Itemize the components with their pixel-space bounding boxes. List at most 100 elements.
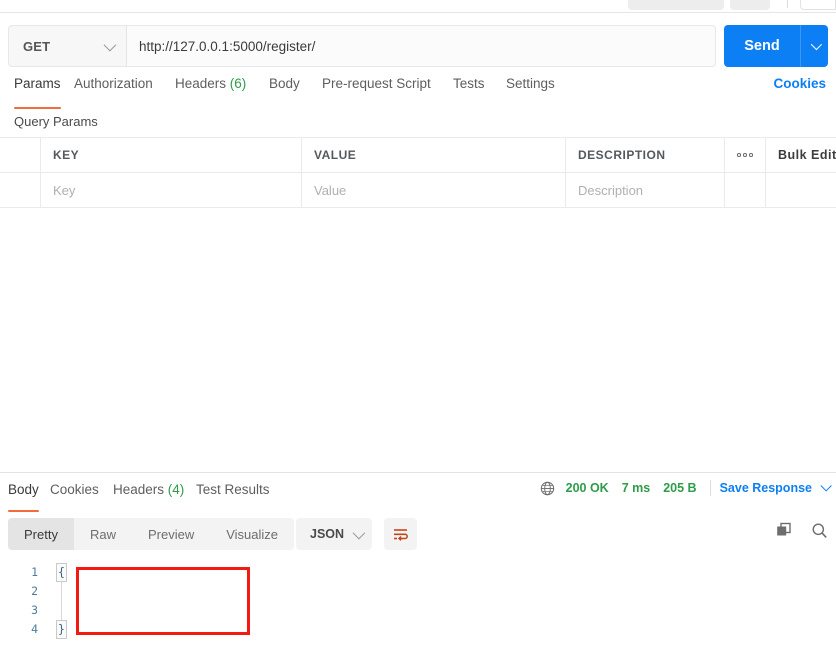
- response-time: 7 ms: [621, 481, 651, 495]
- tab-label: Params: [14, 76, 61, 91]
- dot: [737, 153, 741, 157]
- fold-marker-open[interactable]: {: [56, 563, 67, 582]
- tab-label: Tests: [453, 76, 485, 91]
- send-button-group: Send: [724, 25, 828, 67]
- chevron-down-icon[interactable]: [820, 480, 832, 492]
- meta-divider: [709, 480, 711, 496]
- chevron-down-icon: [103, 38, 117, 51]
- response-divider[interactable]: [0, 472, 836, 473]
- line-number-gutter: 1 2 3 4: [0, 563, 50, 639]
- view-pretty[interactable]: Pretty: [8, 518, 74, 550]
- toolbar-pill-b[interactable]: [730, 0, 770, 10]
- tab-label: Pre-request Script: [322, 76, 431, 91]
- response-tab-headers[interactable]: Headers (4): [113, 482, 184, 506]
- body-view-switcher: Pretty Raw Preview Visualize: [8, 518, 295, 550]
- key-input[interactable]: Key: [41, 173, 302, 207]
- ellipsis-dots: [737, 153, 753, 157]
- line-number: 1: [31, 565, 38, 579]
- toolbar-divider: [787, 0, 788, 8]
- response-tab-body[interactable]: Body: [8, 482, 39, 512]
- tab-params[interactable]: Params: [14, 76, 61, 109]
- query-params-title: Query Params: [14, 114, 98, 129]
- view-visualize[interactable]: Visualize: [210, 518, 294, 550]
- response-size: 205 B: [663, 481, 697, 495]
- query-params-table: KEY VALUE DESCRIPTION Bulk Edit Key Valu…: [0, 137, 836, 208]
- body-format-toolbar: Pretty Raw Preview Visualize JSON: [8, 518, 828, 550]
- tab-label: Body: [269, 76, 300, 91]
- tab-authorization[interactable]: Authorization: [74, 76, 153, 104]
- tab-headers[interactable]: Headers (6): [175, 76, 246, 104]
- tab-label: Headers: [175, 76, 227, 91]
- response-body-viewer[interactable]: 1 2 3 4 { } "code": 200, "msg": "访问成功!": [0, 555, 836, 672]
- response-headers-count: (4): [167, 482, 185, 497]
- description-input[interactable]: Description: [566, 173, 725, 207]
- request-url-bar: GET http://127.0.0.1:5000/register/: [8, 25, 716, 67]
- tab-label: Headers: [113, 482, 165, 497]
- active-tab-underline: [14, 106, 61, 109]
- tab-label: Cookies: [50, 482, 99, 497]
- tab-pre-request-script[interactable]: Pre-request Script: [322, 76, 431, 104]
- request-tabs: Params Authorization Headers (6) Body Pr…: [0, 76, 836, 109]
- row-actions[interactable]: [725, 173, 766, 207]
- save-response-button[interactable]: Save Response: [720, 481, 812, 495]
- toolbar-pill-a[interactable]: [628, 0, 724, 10]
- fold-marker-close[interactable]: }: [56, 620, 67, 639]
- dot: [749, 153, 753, 157]
- globe-icon: [540, 481, 554, 495]
- tab-label: Settings: [506, 76, 555, 91]
- body-format-select[interactable]: JSON: [296, 518, 372, 550]
- url-input[interactable]: http://127.0.0.1:5000/register/: [127, 26, 715, 66]
- tab-tests[interactable]: Tests: [453, 76, 485, 104]
- chevron-down-icon: [810, 38, 822, 51]
- ellipsis-icon[interactable]: [725, 138, 766, 172]
- tab-label: Authorization: [74, 76, 153, 91]
- send-options-button[interactable]: [800, 25, 828, 67]
- code-fold-column: { }: [56, 563, 70, 639]
- active-tab-underline: [8, 509, 39, 512]
- status-code: 200 OK: [565, 481, 609, 495]
- bulk-edit-label: Bulk Edit: [778, 148, 836, 162]
- row-checkbox-cell[interactable]: [0, 173, 41, 207]
- fold-marker-blank: [56, 582, 67, 601]
- body-format-label: JSON: [310, 527, 345, 541]
- json-code: "code": 200, "msg": "访问成功!": [90, 563, 306, 672]
- code-line-2: "code": 200,: [90, 658, 306, 672]
- view-preview[interactable]: Preview: [132, 518, 210, 550]
- wrap-text-icon: [394, 528, 408, 541]
- http-method-label: GET: [23, 38, 51, 54]
- http-method-select[interactable]: GET: [9, 26, 127, 66]
- view-raw[interactable]: Raw: [74, 518, 132, 550]
- response-tab-test-results[interactable]: Test Results: [196, 482, 270, 506]
- response-meta: 200 OK 7 ms 205 B Save Response: [540, 480, 832, 496]
- copy-icon[interactable]: [776, 522, 793, 539]
- header-select-column: [0, 138, 41, 172]
- wrap-text-button[interactable]: [384, 518, 417, 550]
- tab-headers-count: (6): [229, 76, 247, 91]
- table-header-row: KEY VALUE DESCRIPTION Bulk Edit: [0, 138, 836, 173]
- toolbar-pill-c[interactable]: [800, 0, 836, 10]
- response-tab-cookies[interactable]: Cookies: [50, 482, 99, 506]
- value-input[interactable]: Value: [302, 173, 566, 207]
- fold-marker-blank: [56, 601, 67, 620]
- tab-body[interactable]: Body: [269, 76, 300, 104]
- postman-window: GET http://127.0.0.1:5000/register/ Send…: [0, 0, 836, 672]
- request-body-empty-area: [0, 208, 836, 472]
- send-button[interactable]: Send: [724, 25, 800, 67]
- dot: [743, 153, 747, 157]
- tab-label: Body: [8, 482, 39, 497]
- search-icon[interactable]: [811, 522, 828, 539]
- row-spacer: [766, 173, 836, 207]
- top-toolbar-strip: [0, 0, 836, 13]
- bulk-edit-button[interactable]: Bulk Edit: [766, 138, 836, 172]
- chevron-down-icon: [352, 526, 366, 539]
- table-row: Key Value Description: [0, 173, 836, 208]
- body-actions: [776, 522, 828, 539]
- cookies-link[interactable]: Cookies: [773, 76, 826, 91]
- tab-settings[interactable]: Settings: [506, 76, 555, 104]
- line-number: 3: [31, 603, 38, 617]
- response-tabs: Body Cookies Headers (4) Test Results 20…: [0, 480, 836, 512]
- tab-label: Test Results: [196, 482, 270, 497]
- header-key: KEY: [41, 138, 302, 172]
- header-description: DESCRIPTION: [566, 138, 725, 172]
